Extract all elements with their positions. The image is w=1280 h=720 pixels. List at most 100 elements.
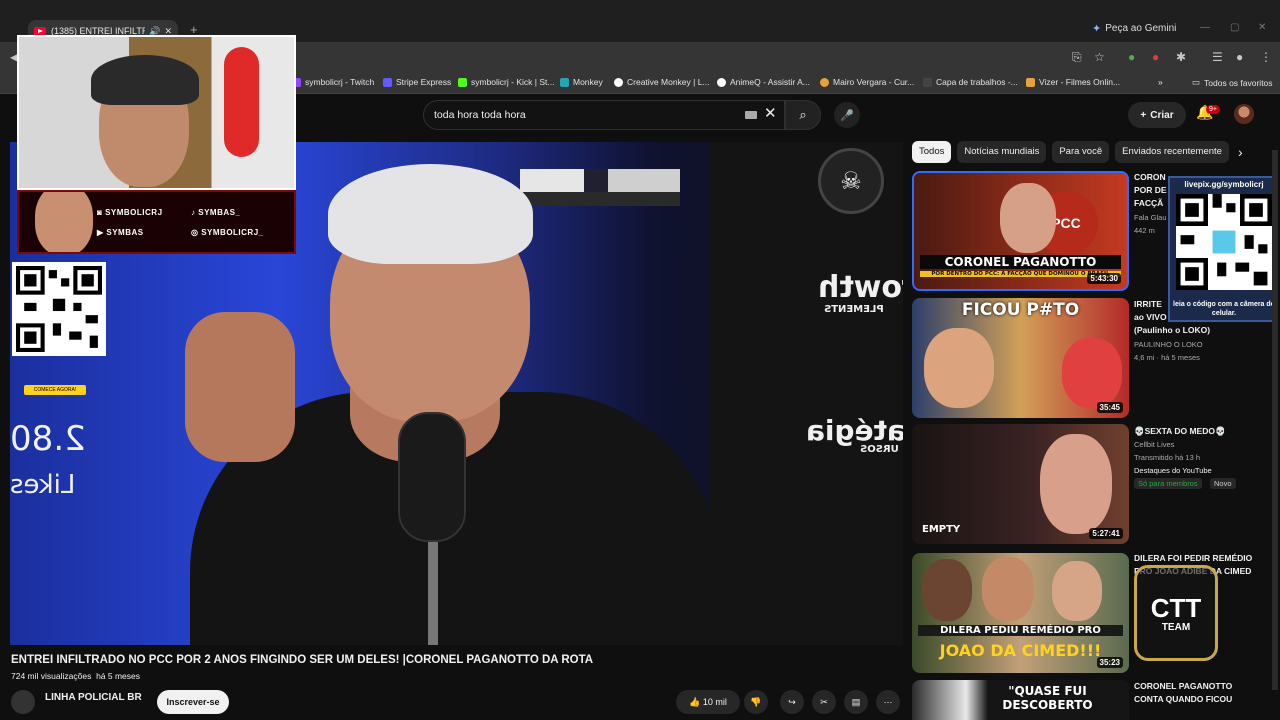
- clip-button[interactable]: ✂: [812, 690, 836, 714]
- instagram-handle: ◎ SYMBOLICRJ_: [191, 228, 264, 237]
- account-avatar[interactable]: [1234, 104, 1254, 124]
- maximize-icon[interactable]: ▢: [1230, 22, 1239, 33]
- panel-text-growth-sub: PLEMENTS: [824, 304, 884, 315]
- microphone-icon: 🎤: [840, 109, 854, 122]
- bookmark-item[interactable]: Vizer - Filmes Onlin...: [1026, 77, 1120, 87]
- recommendation-title[interactable]: 💀SEXTA DO MEDO💀: [1134, 425, 1226, 438]
- thumbnail-caption: EMPTY: [922, 524, 961, 535]
- create-button[interactable]: + Criar: [1128, 102, 1186, 128]
- streamer-microphone: [224, 47, 259, 157]
- dark-wall-panel: [710, 142, 903, 645]
- subscribe-button[interactable]: Inscrever-se: [157, 690, 229, 714]
- recommendation-channel[interactable]: PAULINHO O LOKO: [1134, 339, 1203, 351]
- tiktok-handle: ♪ SYMBAS_: [191, 208, 241, 217]
- thumbnail-caption: FICOU P#TO: [961, 300, 1080, 320]
- more-bookmarks-icon[interactable]: »: [1158, 77, 1163, 87]
- thumbs-down-icon: 👎: [750, 696, 762, 707]
- social-handles-overlay: ◙ SYMBOLICRJ ♪ SYMBAS_ ▶ SYMBAS ◎ SYMBOL…: [17, 190, 296, 254]
- thumbnail-face: [982, 557, 1034, 621]
- minimize-icon[interactable]: —: [1200, 22, 1210, 33]
- recommendation-shelf: Destaques do YouTube: [1134, 466, 1212, 475]
- keyboard-icon[interactable]: [745, 111, 757, 119]
- bookmark-favicon-icon: [717, 77, 726, 87]
- profile-icon[interactable]: ●: [1236, 50, 1243, 64]
- star-icon[interactable]: ☆: [1094, 50, 1105, 64]
- channel-avatar[interactable]: [11, 690, 35, 714]
- recommendation-title[interactable]: CORONEL PAGANOTTO CONTA QUANDO FICOU: [1134, 680, 1232, 706]
- qr-footer: leia o código com a câmera do celular.: [1173, 301, 1275, 317]
- more-actions-button[interactable]: ⋯: [876, 690, 900, 714]
- chip-for-you[interactable]: Para você: [1052, 141, 1110, 163]
- bookmark-item[interactable]: Mairo Vergara - Cur...: [820, 77, 914, 87]
- thumbnail-caption: "QUASE FUI DESCOBERTO: [1002, 684, 1093, 712]
- bookmark-favicon-icon: [614, 77, 623, 87]
- close-window-icon[interactable]: ✕: [1258, 22, 1266, 33]
- bookmark-favicon-icon: [820, 77, 829, 87]
- cartoon-avatar: [35, 192, 93, 252]
- ctt-team-logo: CTT TEAM: [1134, 565, 1218, 661]
- search-icon: ⌕: [799, 107, 807, 122]
- share-icon: ↪: [788, 696, 796, 707]
- recommendation-thumbnail[interactable]: PCC CORONEL PAGANOTTO POR DENTRO DO PCC:…: [912, 171, 1129, 291]
- gemini-spark-icon: ✦: [1092, 23, 1102, 35]
- youtube-handle: ▶ SYMBAS: [97, 228, 144, 237]
- save-button[interactable]: ▤: [844, 690, 868, 714]
- thumbnail-face: [922, 559, 972, 621]
- recommendation-thumbnail[interactable]: EMPTY 5:27:41: [912, 424, 1129, 544]
- bookmark-favicon-icon: [383, 77, 392, 87]
- scrollbar[interactable]: [1272, 150, 1278, 690]
- share-button[interactable]: ↪: [780, 690, 804, 714]
- bookmark-item[interactable]: symbolicrj - Kick | St...: [458, 77, 554, 87]
- install-icon[interactable]: ⎘: [1072, 50, 1082, 65]
- clip-icon: ✂: [820, 696, 828, 707]
- voice-search-button[interactable]: 🎤: [834, 102, 860, 128]
- recommendation-channel[interactable]: Cellbit Lives: [1134, 439, 1174, 451]
- recommendation-meta: Transmitido há 13 h: [1134, 453, 1201, 462]
- recommendation-thumbnail[interactable]: DILERA PEDIU REMÉDIO PRO JOAO DA CIMED!!…: [912, 553, 1129, 673]
- ask-gemini-button[interactable]: ✦ Peça ao Gemini: [1092, 22, 1176, 35]
- dislike-button[interactable]: 👎: [744, 690, 768, 714]
- bookmark-item[interactable]: Monkey: [560, 77, 603, 87]
- bookmark-item[interactable]: symbolicrj - Twitch: [292, 77, 374, 87]
- search-button[interactable]: ⌕: [785, 100, 821, 130]
- streamer-cap: [91, 55, 199, 105]
- panel-text-strategy: tratégia: [806, 414, 903, 447]
- bookshelf-books: [520, 169, 680, 193]
- microphone-stand: [428, 542, 438, 645]
- menu-icon[interactable]: ⋮: [1260, 50, 1272, 64]
- twitch-icon: ◙: [97, 208, 106, 217]
- guest-hair: [328, 164, 533, 264]
- video-stats: 724 mil visualizações há 5 meses: [11, 671, 141, 681]
- recommendation-channel[interactable]: Fala Glau: [1134, 212, 1167, 224]
- video-duration: 35:45: [1096, 402, 1123, 413]
- chip-world-news[interactable]: Notícias mundiais: [957, 141, 1047, 163]
- puzzle-icon[interactable]: ✱: [1176, 50, 1186, 64]
- extension-icon[interactable]: ●: [1128, 50, 1135, 64]
- bookmark-item[interactable]: Stripe Express: [383, 77, 451, 87]
- extension-icon[interactable]: ●: [1152, 50, 1159, 64]
- instagram-icon: ◎: [191, 228, 202, 237]
- search-text: toda hora toda hora: [434, 109, 526, 121]
- clear-search-icon[interactable]: ✕: [764, 104, 777, 122]
- media-icon[interactable]: ☰: [1212, 50, 1223, 64]
- guest-arm: [185, 312, 295, 462]
- thumbnail-face: [1000, 183, 1056, 253]
- streamer-webcam: [17, 35, 296, 190]
- qr-code-icon: [12, 262, 106, 356]
- panel-text-growth: rowth: [818, 270, 903, 305]
- recommendation-title[interactable]: CORON POR DE FACÇÃ: [1134, 171, 1167, 210]
- likes-counter: 2.80: [10, 419, 86, 459]
- all-bookmarks-folder[interactable]: ▭ Todos os favoritos: [1192, 77, 1273, 88]
- recommendation-thumbnail[interactable]: "QUASE FUI DESCOBERTO: [912, 680, 1129, 720]
- search-input[interactable]: toda hora toda hora: [423, 100, 785, 130]
- recommendation-thumbnail[interactable]: FICOU P#TO 35:45: [912, 298, 1129, 418]
- bookmark-item[interactable]: Creative Monkey | L...: [614, 77, 710, 87]
- chip-all[interactable]: Todos: [912, 141, 952, 163]
- channel-name[interactable]: LINHA POLICIAL BR: [45, 692, 142, 703]
- bookmark-favicon-icon: [560, 77, 569, 87]
- chip-recently-uploaded[interactable]: Enviados recentemente: [1115, 141, 1229, 163]
- chevron-right-icon[interactable]: ›: [1238, 144, 1243, 160]
- bookmark-item[interactable]: AnimeQ - Assistir A...: [717, 77, 810, 87]
- bookmark-item[interactable]: Capa de trabalhos -...: [923, 77, 1018, 87]
- like-button[interactable]: 👍 10 mil: [676, 690, 740, 714]
